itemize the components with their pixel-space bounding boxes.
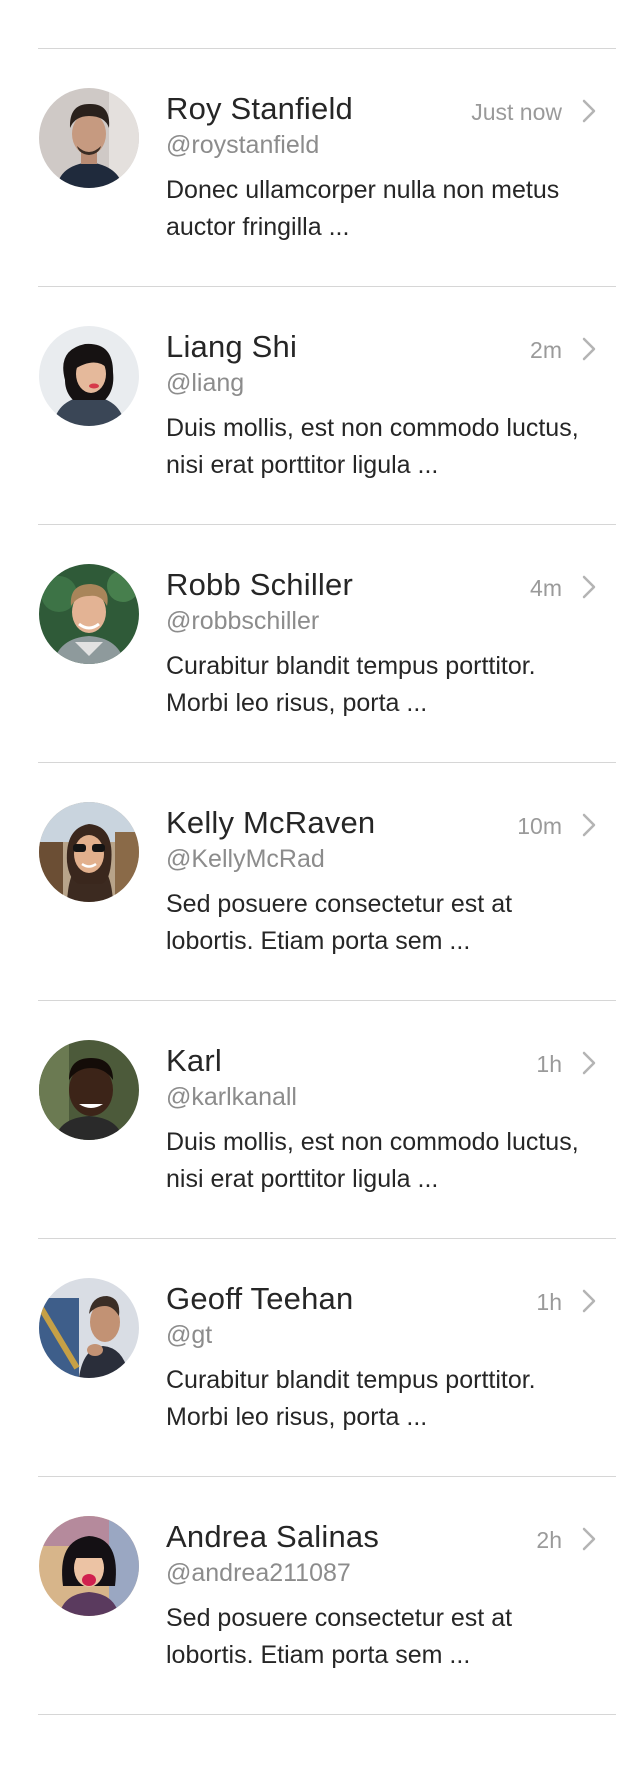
message-snippet: Curabitur blandit tempus porttitor. Morb…	[166, 1366, 536, 1431]
message-row[interactable]: Andrea Salinas @andrea211087 Sed posuere…	[38, 1477, 616, 1715]
chevron-right-icon[interactable]	[580, 1050, 598, 1076]
timestamp: 1h	[536, 1289, 562, 1315]
chevron-right-icon[interactable]	[580, 98, 598, 124]
timestamp: 10m	[517, 813, 562, 839]
timestamp: 1h	[536, 1051, 562, 1077]
avatar-photo-icon	[39, 802, 139, 902]
message-snippet: Sed posuere consectetur est at lobortis.…	[166, 1604, 513, 1669]
message-row[interactable]: Roy Stanfield @roystanfield Donec ullamc…	[38, 49, 616, 287]
avatar[interactable]	[39, 1278, 139, 1378]
chevron-right-icon[interactable]	[580, 1288, 598, 1314]
contact-name: Geoff Teehan	[166, 1281, 354, 1316]
message-row[interactable]: Geoff Teehan @gt Curabitur blandit tempu…	[38, 1239, 616, 1477]
avatar-photo-icon	[39, 1278, 139, 1378]
timestamp: 4m	[530, 575, 562, 601]
avatar[interactable]	[39, 564, 139, 664]
contact-handle: @gt	[166, 1321, 213, 1349]
avatar[interactable]	[39, 802, 139, 902]
timestamp: Just now	[471, 99, 562, 125]
message-row[interactable]: Liang Shi @liang Duis mollis, est non co…	[38, 287, 616, 525]
chevron-right-icon[interactable]	[580, 1526, 598, 1552]
contact-name: Kelly McRaven	[166, 805, 376, 840]
contact-name: Robb Schiller	[166, 567, 353, 602]
contact-name: Karl	[166, 1043, 222, 1078]
contact-name: Liang Shi	[166, 329, 298, 364]
avatar-photo-icon	[39, 1040, 139, 1140]
chevron-right-icon[interactable]	[580, 812, 598, 838]
message-snippet: Duis mollis, est non commodo luctus, nis…	[166, 1128, 579, 1193]
message-row[interactable]: Kelly McRaven @KellyMcRad Sed posuere co…	[38, 763, 616, 1001]
contact-name: Roy Stanfield	[166, 91, 353, 126]
chevron-right-icon[interactable]	[580, 336, 598, 362]
message-snippet: Duis mollis, est non commodo luctus, nis…	[166, 414, 579, 479]
avatar[interactable]	[39, 88, 139, 188]
avatar[interactable]	[39, 326, 139, 426]
contact-handle: @karlkanall	[166, 1083, 297, 1111]
avatar[interactable]	[39, 1040, 139, 1140]
contact-handle: @liang	[166, 369, 245, 397]
timestamp: 2m	[530, 337, 562, 363]
contact-name: Andrea Salinas	[166, 1519, 380, 1554]
contact-handle: @KellyMcRad	[166, 845, 325, 873]
contact-handle: @robbschiller	[166, 607, 320, 635]
avatar-photo-icon	[39, 1516, 139, 1616]
timestamp: 2h	[536, 1527, 562, 1553]
avatar-photo-icon	[39, 326, 139, 426]
message-row[interactable]: Robb Schiller @robbschiller Curabitur bl…	[38, 525, 616, 763]
avatar-photo-icon	[39, 564, 139, 664]
avatar-photo-icon	[39, 88, 139, 188]
message-row[interactable]: Karl @karlkanall Duis mollis, est non co…	[38, 1001, 616, 1239]
chevron-right-icon[interactable]	[580, 574, 598, 600]
message-snippet: Curabitur blandit tempus porttitor. Morb…	[166, 652, 536, 717]
message-snippet: Sed posuere consectetur est at lobortis.…	[166, 890, 513, 955]
message-snippet: Donec ullamcorper nulla non metus auctor…	[166, 176, 560, 241]
avatar[interactable]	[39, 1516, 139, 1616]
message-list: Roy Stanfield @roystanfield Donec ullamc…	[38, 48, 616, 1715]
contact-handle: @andrea211087	[166, 1559, 351, 1587]
contact-handle: @roystanfield	[166, 131, 320, 159]
